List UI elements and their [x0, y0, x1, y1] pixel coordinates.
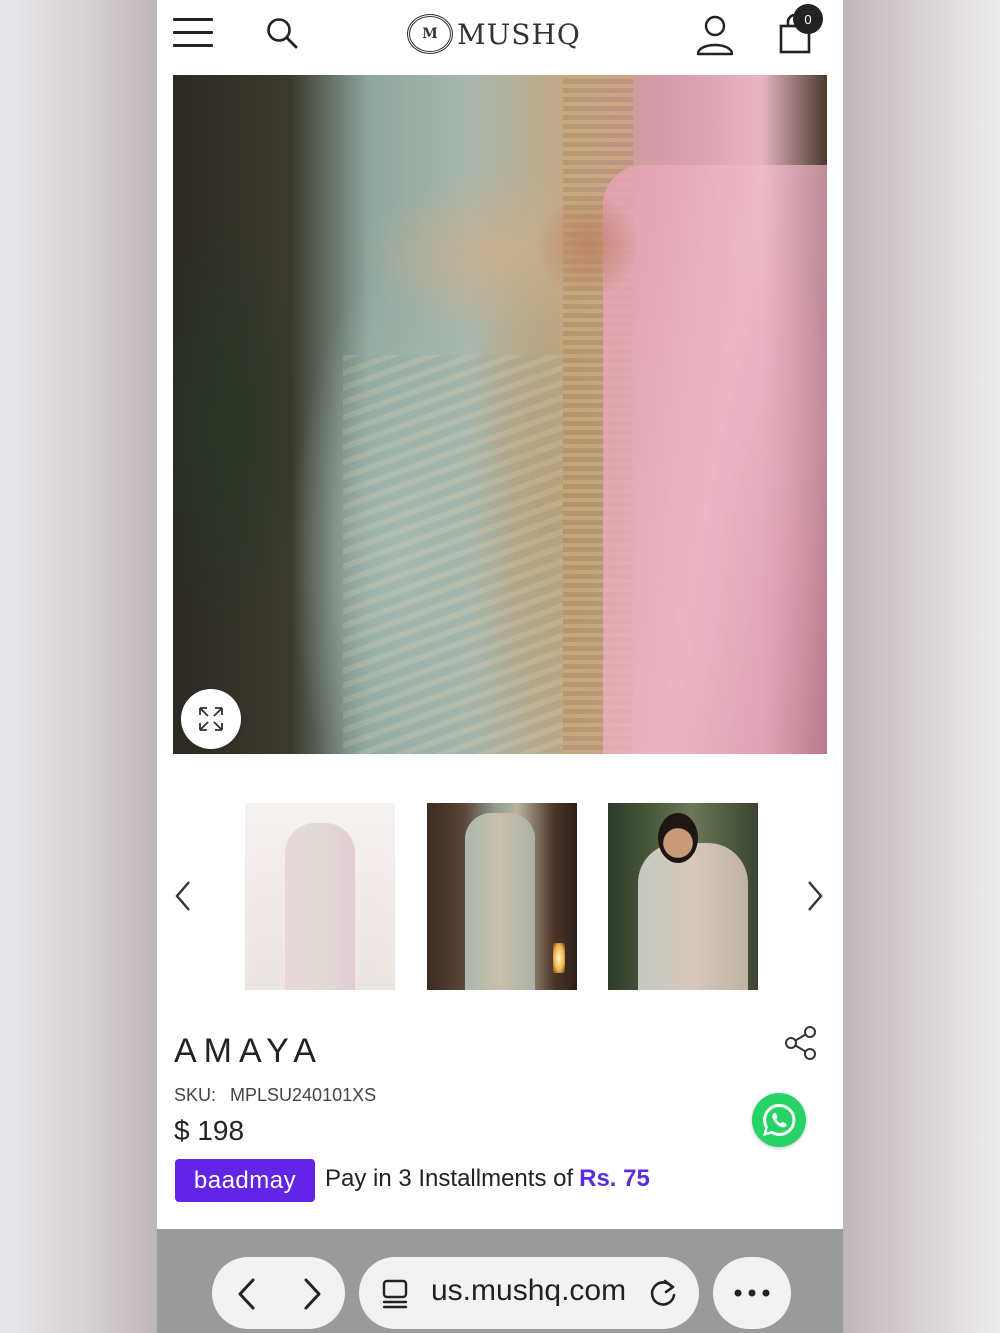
whatsapp-button[interactable]: [752, 1093, 806, 1147]
chevron-right-icon[interactable]: [803, 872, 827, 920]
thumbnail-3[interactable]: [608, 803, 758, 990]
more-button[interactable]: [713, 1257, 791, 1329]
logo-mark: M: [407, 14, 453, 54]
thumbnail-1[interactable]: [245, 803, 395, 990]
product-title: AMAYA: [174, 1032, 323, 1070]
site-header: M MUSHQ 0: [157, 0, 843, 75]
sku-value: MPLSU240101XS: [230, 1085, 377, 1105]
menu-icon[interactable]: [173, 18, 213, 50]
chevron-left-icon[interactable]: [171, 872, 195, 920]
sku-row: SKU: MPLSU240101XS: [174, 1085, 376, 1106]
search-icon[interactable]: [265, 16, 299, 50]
product-main-image[interactable]: [173, 75, 827, 754]
phone-viewport: M MUSHQ 0 AMAYA SKU: MPLSU240101XS $ 198…: [157, 0, 843, 1333]
more-icon: [734, 1289, 770, 1297]
baadmay-logo: baadmay: [175, 1159, 315, 1202]
cart-count-badge: 0: [793, 4, 823, 34]
thumbnail-2[interactable]: [427, 803, 577, 990]
user-icon[interactable]: [695, 14, 735, 56]
site-logo[interactable]: M MUSHQ: [407, 12, 597, 56]
logo-text: MUSHQ: [457, 17, 581, 51]
whatsapp-icon: [763, 1103, 796, 1136]
tabs-icon[interactable]: [381, 1278, 411, 1310]
installments-text: Pay in 3 Installments of Rs. 75: [325, 1165, 650, 1193]
chevron-left-icon[interactable]: [232, 1274, 262, 1314]
installments-label: Pay in 3 Installments of: [325, 1165, 574, 1192]
chevron-right-icon[interactable]: [297, 1274, 327, 1314]
sku-label: SKU:: [174, 1085, 217, 1105]
share-icon[interactable]: [783, 1024, 819, 1062]
product-price: $ 198: [174, 1115, 245, 1146]
reload-icon[interactable]: [647, 1277, 679, 1309]
url-text[interactable]: us.mushq.com: [431, 1274, 626, 1308]
zoom-button[interactable]: [181, 689, 241, 749]
expand-icon: [199, 707, 223, 731]
installments-amount: Rs. 75: [579, 1165, 650, 1192]
